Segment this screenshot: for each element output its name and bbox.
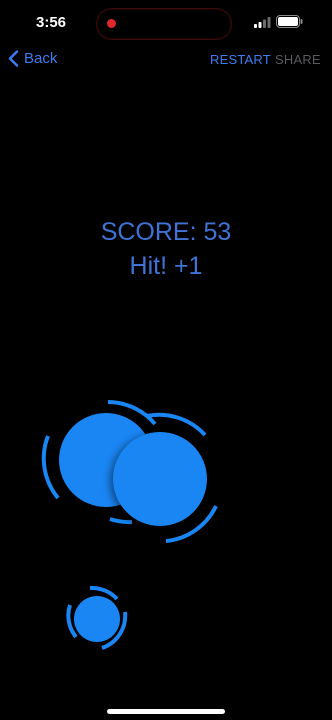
ball-large-right[interactable] [113, 432, 207, 526]
home-indicator[interactable] [107, 709, 225, 714]
ball-small[interactable] [74, 596, 120, 642]
game-canvas[interactable] [0, 0, 332, 720]
